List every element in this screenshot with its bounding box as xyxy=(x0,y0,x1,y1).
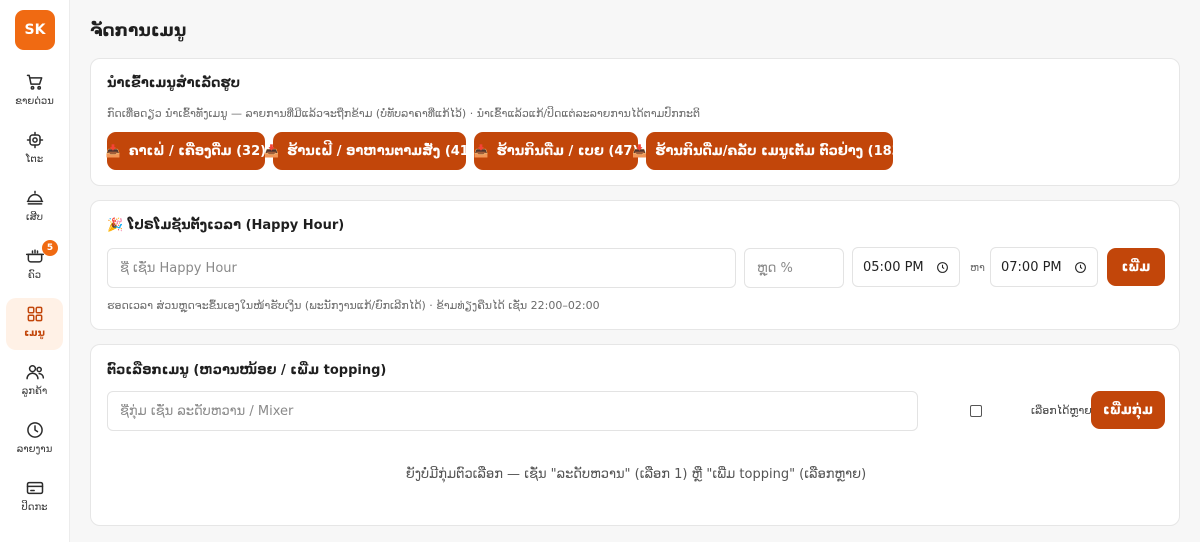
clock-icon xyxy=(26,422,43,438)
sidebar-item-tables[interactable]: ໂຕະ xyxy=(6,124,63,176)
happy-hour-card: 🎉 ໂປຣໂມຊັນຕັ້ງເວລາ (Happy Hour) 05:00 PM… xyxy=(90,200,1180,330)
sidebar-item-kitchen[interactable]: 5 ຄົວ xyxy=(6,240,63,292)
import-button-label: ຄາເຟ່ / ເຄື່ອງດື່ມ (32) xyxy=(128,143,267,159)
discount-percent-input[interactable] xyxy=(744,248,844,288)
sidebar-item-label: ປິດກະ xyxy=(21,502,48,513)
import-menu-card: ນຳເຂົ້າເມນູສຳເລັດຮູບ ກົດເທື່ອດຽວ ນຳເຂົ້າ… xyxy=(90,58,1180,186)
clock-icon[interactable] xyxy=(1074,261,1087,274)
sidebar-item-label: ໂຕະ xyxy=(25,154,44,165)
import-card-hint: ກົດເທື່ອດຽວ ນຳເຂົ້າທັງເມນູ — ລາຍການທີ່ມີ… xyxy=(107,107,701,120)
sidebar-item-serve[interactable]: ເສີບ xyxy=(6,182,63,234)
inbox-tray-icon: 📥 xyxy=(105,144,121,158)
end-time-value: 07:00 PM xyxy=(1001,259,1062,275)
import-button-label: ຮ້ານກິນດື່ມ / ເບຍ (47) xyxy=(496,143,639,159)
grid-icon xyxy=(27,306,42,322)
import-button-label: ຮ້ານເຝີ / ອາຫານຕາມສັ່ງ (41) xyxy=(287,143,475,159)
serve-icon xyxy=(26,190,43,205)
sidebar-item-menu[interactable]: ເມນູ xyxy=(6,298,63,350)
empty-options-message: ຍັງບໍ່ມີກຸ່ມຕົວເລືອກ — ເຊັ່ນ "ລະດັບຫວານ"… xyxy=(405,467,867,482)
option-group-name-input[interactable] xyxy=(107,391,918,431)
import-button-label: ຮ້ານກິນດື່ມ/ຄລັບ ເມນູເຕັມ ຕົວຢ່າງ (183) xyxy=(655,143,907,159)
start-time-value: 05:00 PM xyxy=(863,259,924,275)
start-time-input[interactable]: 05:00 PM xyxy=(852,247,960,287)
inbox-tray-icon: 📥 xyxy=(264,144,280,158)
inbox-tray-icon: 📥 xyxy=(632,144,648,158)
page-title: ຈັດການເມນູ xyxy=(90,21,187,41)
sidebar-item-close-shift[interactable]: ປິດກະ xyxy=(6,472,63,524)
multi-select-checkbox[interactable] xyxy=(970,405,982,417)
sidebar-item-label: ຄົວ xyxy=(27,270,42,281)
inbox-tray-icon: 📥 xyxy=(473,144,489,158)
sidebar-item-label: ເສີບ xyxy=(25,212,44,223)
add-option-group-button[interactable]: ເພີ່ມກຸ່ມ xyxy=(1091,391,1165,429)
import-cafe-button[interactable]: 📥 ຄາເຟ່ / ເຄື່ອງດື່ມ (32) xyxy=(105,132,267,170)
happy-hour-hint: ຮອດເວລາ ສ່ວນຫຼຸດຈະຂຶ້ນເອງໃນໜ້າຮັບເງິນ (ພ… xyxy=(107,299,600,312)
sidebar-item-quick-sale[interactable]: ຂາຍດ່ວນ xyxy=(6,66,63,118)
card-icon xyxy=(26,481,43,495)
sidebar: SK ຂາຍດ່ວນ ໂຕະ ເສີບ 5 ຄົວ ເມນູ ລູກຄ້າ ລາ… xyxy=(0,0,70,542)
options-card-title: ຕົວເລືອກເມນູ (ຫວານໜ້ອຍ / ເພີ່ມ topping) xyxy=(107,363,387,378)
time-range-separator: ຫາ xyxy=(970,261,985,274)
import-drinks-beer-button[interactable]: 📥 ຮ້ານກິນດື່ມ / ເບຍ (47) xyxy=(474,132,638,170)
sidebar-item-label: ຂາຍດ່ວນ xyxy=(15,96,54,107)
menu-options-card: ຕົວເລືອກເມນູ (ຫວານໜ້ອຍ / ເພີ່ມ topping) … xyxy=(90,344,1180,526)
promo-name-input[interactable] xyxy=(107,248,736,288)
brand-logo[interactable]: SK xyxy=(15,10,55,50)
import-club-full-menu-button[interactable]: 📥 ຮ້ານກິນດື່ມ/ຄລັບ ເມນູເຕັມ ຕົວຢ່າງ (183… xyxy=(632,132,907,170)
import-card-title: ນຳເຂົ້າເມນູສຳເລັດຮູບ xyxy=(107,76,241,91)
clock-icon[interactable] xyxy=(936,261,949,274)
import-pho-restaurant-button[interactable]: 📥 ຮ້ານເຝີ / ອາຫານຕາມສັ່ງ (41) xyxy=(264,132,475,170)
kitchen-count-badge: 5 xyxy=(42,240,58,256)
add-promo-button[interactable]: ເພີ່ມ xyxy=(1107,248,1165,286)
sidebar-item-customers[interactable]: ລູກຄ້າ xyxy=(6,356,63,408)
sidebar-item-label: ລູກຄ້າ xyxy=(21,386,48,397)
cart-icon xyxy=(26,74,42,90)
sidebar-item-reports[interactable]: ລາຍງານ xyxy=(6,414,63,466)
happy-hour-card-title: 🎉 ໂປຣໂມຊັນຕັ້ງເວລາ (Happy Hour) xyxy=(107,218,345,233)
users-icon xyxy=(25,365,44,380)
multi-select-label: ເລືອກໄດ້ຫຼາຍ xyxy=(1031,404,1092,417)
sidebar-item-label: ລາຍງານ xyxy=(16,444,53,455)
table-icon xyxy=(26,131,43,149)
sidebar-item-label: ເມນູ xyxy=(24,328,45,339)
end-time-input[interactable]: 07:00 PM xyxy=(990,247,1098,287)
